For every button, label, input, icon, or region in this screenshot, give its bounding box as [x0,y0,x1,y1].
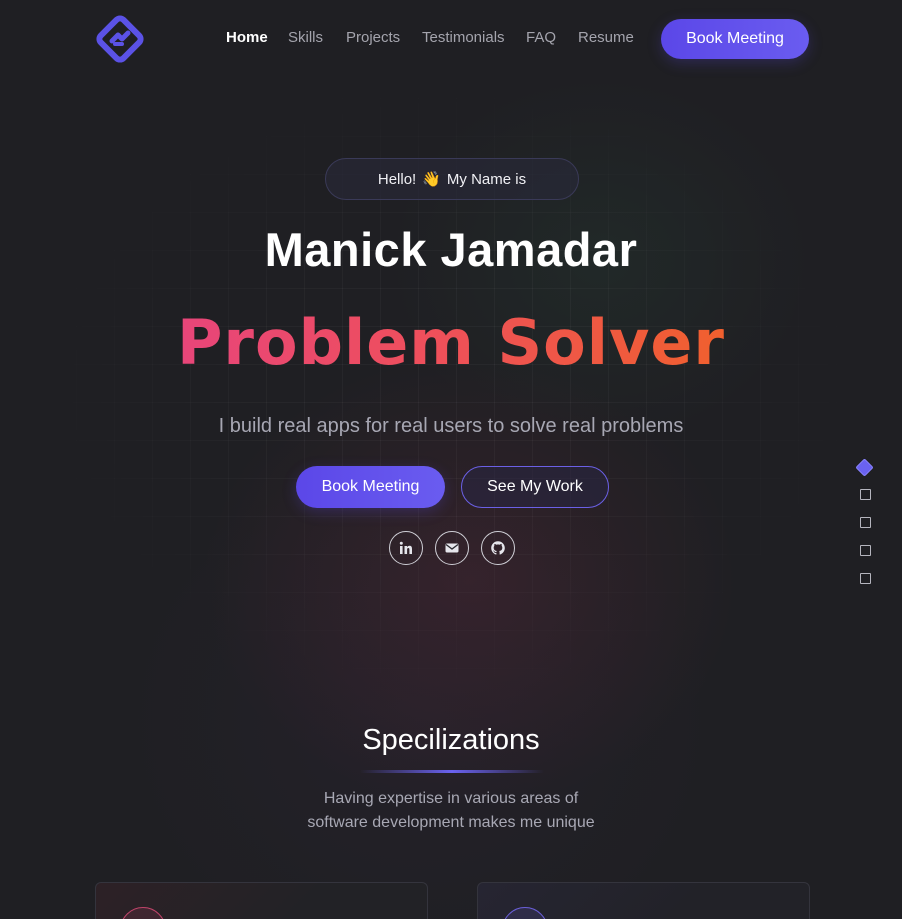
nav-book-meeting-button[interactable]: Book Meeting [661,19,809,59]
specializations-subtitle: Having expertise in various areas of sof… [0,787,902,835]
diamond-logo-icon[interactable] [95,14,145,64]
github-icon[interactable] [481,531,515,565]
hero-tagline: I build real apps for real users to solv… [218,415,684,437]
page: Home Skills Projects Testimonials FAQ Re… [0,0,902,919]
hero-role: Problem Solver [0,306,902,379]
subtitle-line-2: software development makes me unique [307,814,595,831]
title-underline [360,770,544,773]
nav-faq[interactable]: FAQ [526,29,556,46]
specialization-card[interactable] [477,882,810,919]
greeting-pill: Hello! 👋 My Name is [325,158,579,200]
hero-name: Manick Jamadar [264,223,638,276]
nav-resume[interactable]: Resume [578,29,634,46]
specialization-card[interactable] [95,882,428,919]
section-dot[interactable] [860,545,871,556]
waving-hand-icon: 👋 [422,171,441,188]
background-grid [0,60,902,700]
hero-role-text: Problem Solver [176,306,726,379]
nav-projects[interactable]: Projects [346,29,400,46]
linkedin-icon[interactable] [389,531,423,565]
see-my-work-button[interactable]: See My Work [461,466,609,508]
greeting-hello: Hello! [377,170,417,188]
subtitle-line-1: Having expertise in various areas of [323,790,579,807]
nav-testimonials[interactable]: Testimonials [422,29,505,46]
mail-icon[interactable] [435,531,469,565]
nav-skills[interactable]: Skills [288,29,323,46]
card-icon-circle [120,907,166,919]
specializations-title: Specilizations [362,724,540,756]
hero-book-meeting-button[interactable]: Book Meeting [296,466,445,508]
section-dot[interactable] [860,489,871,500]
section-dot[interactable] [860,517,871,528]
card-icon-circle [502,907,548,919]
section-dot[interactable] [860,573,871,584]
nav-home[interactable]: Home [226,29,268,46]
greeting-my-name: My Name is [446,170,527,188]
